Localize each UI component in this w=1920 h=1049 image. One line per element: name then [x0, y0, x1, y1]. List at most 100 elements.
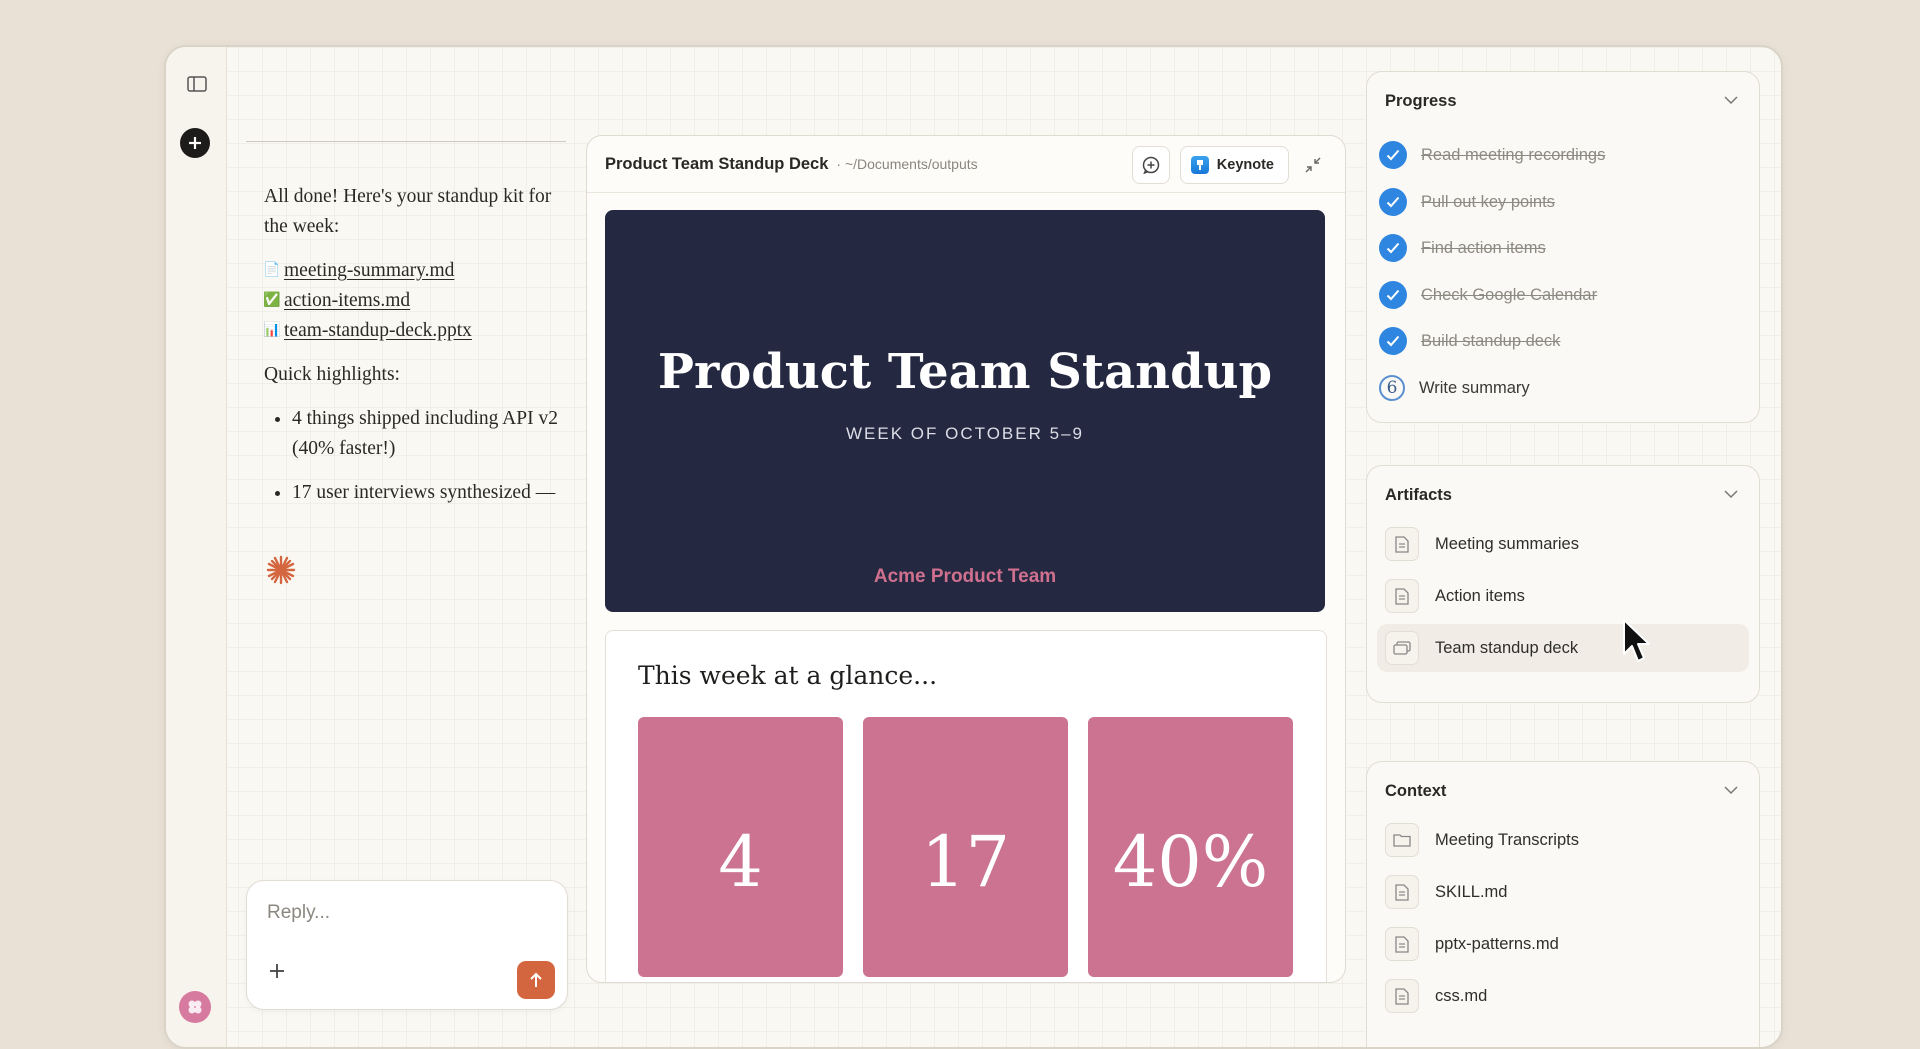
context-card: Context Meeting Transcripts SKILL.md ppt… — [1366, 761, 1760, 1047]
file-link-action-items[interactable]: action-items.md — [284, 286, 410, 316]
artifact-label: Team standup deck — [1435, 638, 1579, 657]
slide-title: Product Team Standup — [657, 344, 1273, 400]
artifacts-heading: Artifacts — [1385, 486, 1452, 504]
preview-header: Product Team Standup Deck · ~/Documents/… — [587, 136, 1345, 193]
document-icon — [1385, 875, 1419, 909]
arrow-up-icon — [530, 972, 542, 987]
artifact-label: Action items — [1435, 586, 1525, 605]
chevron-down-icon[interactable] — [1721, 484, 1741, 504]
highlights-list: 4 things shipped including API v2 (40% f… — [264, 404, 564, 508]
collapse-icon[interactable] — [1299, 147, 1327, 183]
task-item: Check Google Calendar — [1379, 280, 1597, 310]
task-item: Read meeting recordings — [1379, 140, 1605, 170]
context-heading: Context — [1385, 782, 1447, 800]
new-chat-button[interactable] — [180, 128, 210, 158]
send-button[interactable] — [517, 961, 555, 999]
artifact-team-standup-deck[interactable]: Team standup deck — [1377, 624, 1749, 672]
title-slide: Product Team Standup WEEK OF OCTOBER 5–9… — [605, 210, 1325, 612]
document-icon — [1385, 979, 1419, 1013]
slide-team-name: Acme Product Team — [873, 566, 1057, 587]
assistant-message: All done! Here's your standup kit for th… — [263, 182, 564, 522]
comment-plus-icon — [1142, 156, 1160, 175]
preview-actions: Keynote — [1131, 146, 1327, 184]
task-label: Write summary — [1419, 378, 1530, 397]
progress-card: Progress Read meeting recordings Pull ou… — [1366, 71, 1760, 423]
file-link-row: 📊 team-standup-deck.pptx — [263, 316, 564, 346]
list-item: 4 things shipped including API v2 (40% f… — [292, 404, 564, 464]
avatar[interactable] — [179, 991, 211, 1023]
chat-divider — [246, 141, 566, 142]
context-pptx-patterns[interactable]: pptx-patterns.md — [1377, 920, 1749, 968]
file-link-meeting-summary[interactable]: meeting-summary.md — [284, 256, 454, 286]
document-icon — [1385, 527, 1419, 561]
artifact-label: Meeting summaries — [1435, 534, 1579, 553]
progress-heading: Progress — [1385, 92, 1457, 110]
stat-value: 17 — [920, 821, 1011, 903]
task-item: Find action items — [1379, 233, 1546, 263]
check-circle-icon — [1379, 234, 1407, 262]
stat-value: 4 — [718, 821, 763, 903]
artifact-action-items[interactable]: Action items — [1377, 572, 1749, 620]
artifacts-card: Artifacts Meeting summaries Action items… — [1366, 465, 1760, 703]
stat-card: 17 — [863, 717, 1068, 977]
task-label: Pull out key points — [1421, 192, 1555, 211]
task-item: Build standup deck — [1379, 326, 1560, 356]
open-in-keynote-button[interactable]: Keynote — [1179, 146, 1289, 184]
stat-card: 4 — [638, 717, 843, 977]
task-label: Build standup deck — [1421, 331, 1561, 350]
mouse-pointer-icon — [1623, 619, 1650, 662]
comment-button[interactable] — [1131, 146, 1170, 184]
highlights-heading: Quick highlights: — [264, 364, 400, 385]
preview-title: Product Team Standup Deck — [605, 154, 829, 173]
keynote-label: Keynote — [1216, 157, 1274, 173]
artifact-meeting-summaries[interactable]: Meeting summaries — [1377, 520, 1749, 568]
left-rail — [166, 47, 227, 1047]
context-label: Meeting Transcripts — [1435, 830, 1579, 849]
context-meeting-transcripts[interactable]: Meeting Transcripts — [1377, 816, 1749, 864]
context-css-md[interactable]: css.md — [1377, 972, 1749, 1020]
chevron-down-icon[interactable] — [1721, 780, 1741, 800]
context-label: css.md — [1435, 986, 1488, 1005]
context-label: pptx-patterns.md — [1435, 934, 1559, 953]
file-link-row: ✅ action-items.md — [263, 286, 564, 316]
document-icon — [1385, 579, 1419, 613]
chevron-down-icon[interactable] — [1721, 90, 1741, 110]
check-circle-icon — [1379, 281, 1407, 309]
list-item: 17 user interviews synthesized — — [292, 478, 564, 508]
sidebar-toggle-icon[interactable] — [184, 71, 210, 97]
context-skill-md[interactable]: SKILL.md — [1377, 868, 1749, 916]
file-link-row: 📄 meeting-summary.md — [263, 256, 564, 286]
keynote-icon — [1190, 156, 1209, 174]
attach-plus-icon[interactable] — [265, 961, 289, 985]
loading-spark-icon — [266, 555, 296, 585]
app-window: All done! Here's your standup kit for th… — [164, 45, 1783, 1049]
checkmark-icon: ✅ — [263, 293, 281, 308]
context-label: SKILL.md — [1435, 882, 1508, 901]
file-link-standup-deck[interactable]: team-standup-deck.pptx — [284, 316, 472, 346]
task-label: Find action items — [1421, 238, 1546, 257]
check-circle-icon — [1379, 141, 1407, 169]
check-circle-icon — [1379, 327, 1407, 355]
file-list: 📄 meeting-summary.md ✅ action-items.md 📊… — [263, 256, 564, 346]
deck-preview-panel: Product Team Standup Deck · ~/Documents/… — [586, 135, 1346, 983]
glance-title: This week at a glance... — [638, 661, 938, 690]
reply-box — [246, 880, 568, 1010]
task-label: Read meeting recordings — [1421, 145, 1606, 164]
reply-input[interactable] — [265, 901, 549, 925]
document-icon: 📄 — [263, 263, 281, 278]
bar-chart-icon: 📊 — [263, 323, 281, 338]
task-label: Check Google Calendar — [1421, 285, 1598, 304]
slide-subtitle: WEEK OF OCTOBER 5–9 — [846, 424, 1084, 443]
folder-icon — [1385, 823, 1419, 857]
document-icon — [1385, 927, 1419, 961]
glance-slide: This week at a glance... 4 17 40% — [605, 630, 1327, 982]
intro-text: All done! Here's your standup kit for th… — [264, 186, 552, 237]
check-circle-icon — [1379, 188, 1407, 216]
task-item: Pull out key points — [1379, 187, 1555, 217]
stat-card: 40% — [1088, 717, 1293, 977]
slides-icon — [1385, 631, 1419, 665]
task-item: 6 Write summary — [1379, 373, 1530, 403]
step-number-icon: 6 — [1379, 375, 1405, 401]
stat-value: 40% — [1112, 821, 1269, 903]
preview-path: · ~/Documents/outputs — [836, 156, 978, 172]
